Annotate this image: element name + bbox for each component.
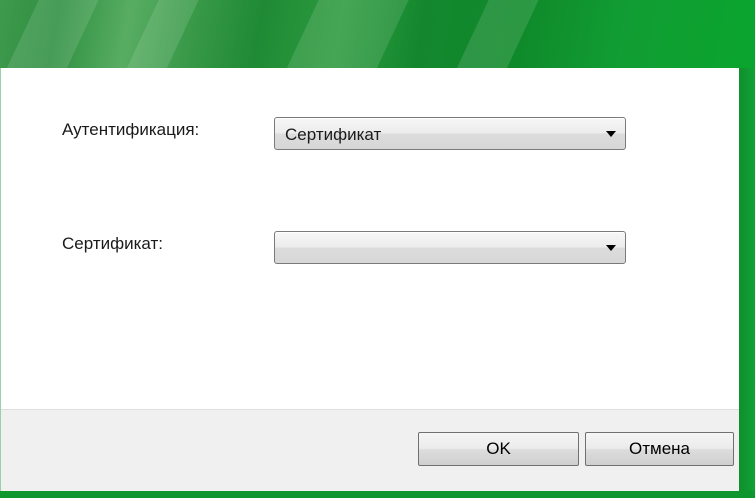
cancel-button[interactable]: Отмена [585, 432, 734, 466]
authentication-select-value: Сертификат [285, 125, 382, 144]
authentication-label: Аутентификация: [62, 120, 200, 139]
ok-button[interactable]: OK [418, 432, 579, 466]
dialog-content: Аутентификация: Сертификат Сертификат: [1, 68, 739, 409]
dropdown-arrow-icon [606, 131, 616, 137]
dropdown-arrow-icon [606, 245, 616, 251]
window-border-bottom [0, 491, 755, 498]
certificate-select[interactable] [274, 231, 626, 264]
button-bar: OK Отмена [1, 409, 739, 492]
certificate-label: Сертификат: [62, 234, 163, 253]
title-bar [0, 0, 755, 68]
dialog-window: Аутентификация: Сертификат Сертификат: O… [0, 0, 755, 498]
window-border-right [739, 68, 755, 498]
authentication-select[interactable]: Сертификат [274, 117, 626, 150]
